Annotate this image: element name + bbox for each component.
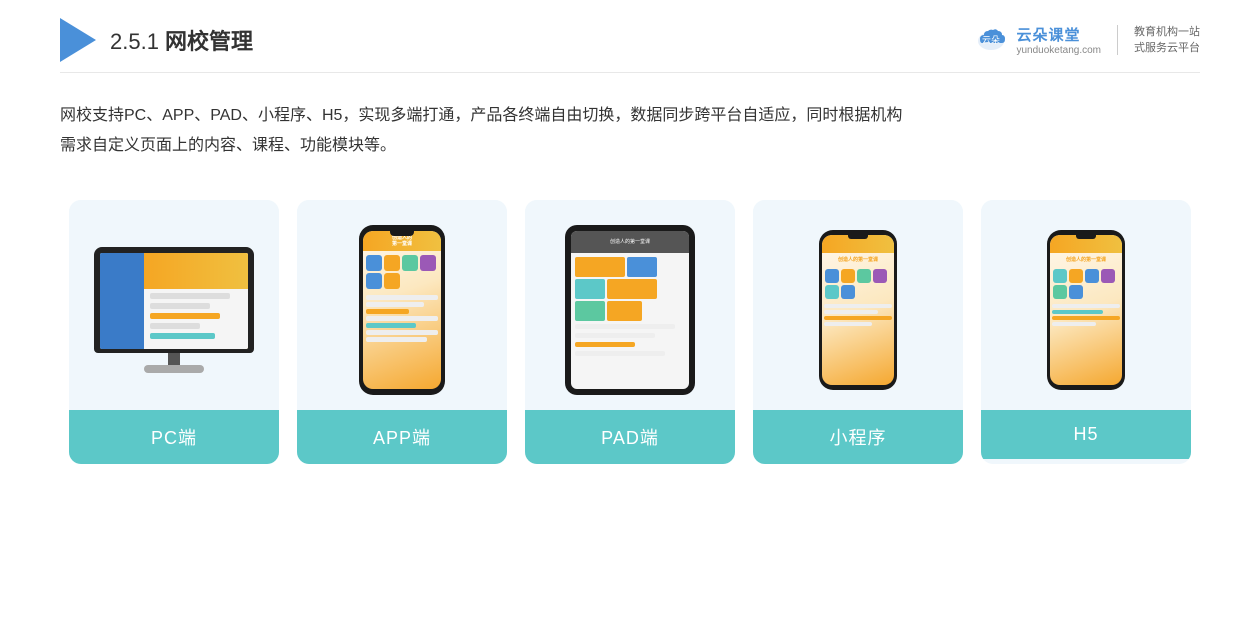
card-miniprogram: 创造人的第一堂课 (753, 200, 963, 464)
svg-text:云朵: 云朵 (982, 35, 1000, 45)
brand-name: 云朵课堂 (1016, 24, 1080, 45)
card-label-pc: PC端 (151, 428, 197, 448)
device-area-miniprogram: 创造人的第一堂课 (753, 200, 963, 410)
card-label-area-pad: PAD端 (525, 410, 735, 464)
card-label-h5: H5 (1073, 424, 1098, 444)
card-pad: 创造人的第一堂课 (525, 200, 735, 464)
phone-mockup-icon: 创造人的第一堂课 (359, 225, 445, 395)
h5-phone-mockup-icon: 创造人的第一堂课 (1047, 230, 1125, 390)
description-text: 网校支持PC、APP、PAD、小程序、H5，实现多端打通，产品各终端自由切换，数… (60, 101, 1200, 162)
pc-monitor-icon (94, 247, 254, 373)
brand-url: yunduoketang.com (1016, 45, 1101, 56)
header-left: 2.5.1 网校管理 (60, 18, 253, 62)
brand-logo: 云朵 云朵课堂 yunduoketang.com (972, 21, 1101, 59)
card-pc: PC端 (69, 200, 279, 464)
device-area-pad: 创造人的第一堂课 (525, 200, 735, 410)
page-title: 2.5.1 网校管理 (110, 24, 253, 56)
cloud-icon: 云朵 (972, 21, 1010, 59)
brand-slogan: 教育机构一站 式服务云平台 (1134, 24, 1200, 57)
card-h5: 创造人的第一堂课 (981, 200, 1191, 464)
card-label-area-pc: PC端 (69, 410, 279, 464)
card-label-area-miniprogram: 小程序 (753, 410, 963, 464)
card-label-pad: PAD端 (601, 428, 659, 448)
card-label-app: APP端 (373, 428, 431, 448)
header-brand: 云朵 云朵课堂 yunduoketang.com 教育机构一站 式服务云平台 (972, 21, 1200, 59)
logo-triangle-icon (60, 18, 96, 62)
header: 2.5.1 网校管理 云朵 云朵课堂 yunduoketang.com 教育机构… (60, 0, 1200, 73)
cards-section: PC端 创造人的第一堂课 (60, 200, 1200, 464)
page-container: 2.5.1 网校管理 云朵 云朵课堂 yunduoketang.com 教育机构… (0, 0, 1260, 630)
brand-divider (1117, 25, 1118, 55)
device-area-app: 创造人的第一堂课 (297, 200, 507, 410)
card-label-area-app: APP端 (297, 410, 507, 464)
card-label-miniprogram: 小程序 (830, 428, 887, 448)
device-area-h5: 创造人的第一堂课 (981, 200, 1191, 410)
mini-phone-mockup-icon: 创造人的第一堂课 (819, 230, 897, 390)
brand-text-block: 云朵课堂 yunduoketang.com (1016, 24, 1101, 56)
card-label-area-h5: H5 (981, 410, 1191, 459)
device-area-pc (69, 200, 279, 410)
card-app: 创造人的第一堂课 (297, 200, 507, 464)
tablet-mockup-icon: 创造人的第一堂课 (565, 225, 695, 395)
